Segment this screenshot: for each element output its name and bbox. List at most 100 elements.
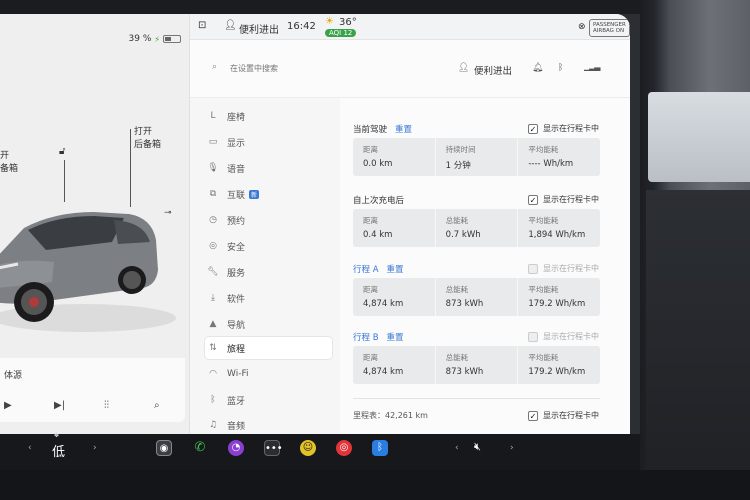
battery-percent: 39 %: [128, 34, 152, 44]
nav-item-software[interactable]: ⤓ 软件: [205, 287, 332, 309]
more-apps-icon[interactable]: •••: [264, 440, 283, 456]
show-on-card-checkbox-odometer[interactable]: ✓ 显示在行程卡中: [528, 410, 599, 421]
nav-item-display[interactable]: ▭ 显示: [205, 131, 332, 153]
open-trunk-line1: 打开: [134, 127, 153, 137]
play-icon[interactable]: ▶: [4, 400, 12, 411]
equalizer-icon[interactable]: ⫶⫶: [104, 400, 109, 411]
nav-item-wifi[interactable]: ◠ Wi-Fi: [205, 363, 332, 385]
bell-icon[interactable]: 🔔︎: [532, 63, 543, 73]
stat-label: 平均能耗: [528, 285, 559, 294]
current-drive-stats: 距离 0.0 km 持续时间 1 分钟 平均能耗 ---- Wh/km: [353, 138, 600, 176]
charging-plug-icon: ⚡: [154, 34, 160, 44]
section-title-text: 当前驾驶: [353, 125, 388, 135]
battery-indicator: 39 % ⚡: [128, 34, 181, 44]
checkbox-checked[interactable]: ✓: [528, 123, 538, 134]
stat-label: 距离: [363, 353, 378, 362]
checkbox-label: 显示在行程卡中: [543, 332, 599, 341]
display-icon: ▭: [208, 137, 218, 147]
connectivity-icon: ⧉: [209, 189, 217, 199]
nav-item-seats[interactable]: ᒪ 座椅: [205, 105, 332, 127]
stat-cell: 总能耗 873 kWh: [434, 346, 518, 384]
open-trunk-line2: 后备箱: [134, 140, 162, 150]
header-profile-icon[interactable]: 👤︎: [458, 63, 469, 73]
stat-value: 4,874 km: [363, 367, 404, 377]
odometer: 里程表：42,261 km: [353, 411, 428, 420]
section-title-text: 自上次充电后: [353, 196, 405, 206]
volume-right-chevron-icon[interactable]: ›: [510, 443, 514, 453]
nav-label: 服务: [227, 268, 246, 279]
nav-item-bluetooth[interactable]: ᛒ 蓝牙: [205, 389, 332, 411]
stat-label: 距离: [363, 285, 378, 294]
checkbox-checked[interactable]: ✓: [528, 410, 538, 421]
stat-cell: 距离 0.4 km: [353, 209, 435, 247]
reset-trip-b-button[interactable]: 重置: [387, 333, 404, 343]
fan-left-chevron-icon[interactable]: ‹: [28, 443, 32, 453]
reset-trip-a-button[interactable]: 重置: [387, 265, 404, 275]
taskbar: ‹ ✽ 低 › ◉ ✆ ◔ ••• ☺ ◎ ᛒ ‹ 🔇︎ ›: [0, 432, 640, 470]
checkbox-label: 显示在行程卡中: [543, 124, 599, 133]
volume-mute-icon[interactable]: 🔇︎: [474, 440, 481, 454]
search-icon[interactable]: ⌕: [212, 62, 217, 72]
seat-icon: ᒪ: [210, 111, 216, 121]
stat-label: 总能耗: [445, 285, 469, 294]
nav-item-schedule[interactable]: ◷ 预约: [205, 209, 332, 231]
nav-item-safety[interactable]: ◎ 安全: [205, 235, 332, 257]
show-on-card-checkbox-trip-b[interactable]: 显示在行程卡中: [528, 331, 599, 342]
volume-left-chevron-icon[interactable]: ‹: [455, 443, 459, 453]
camera-app-icon[interactable]: ◉: [156, 440, 172, 456]
media-source-label[interactable]: 体源: [4, 368, 22, 381]
stat-label: 平均能耗: [528, 353, 559, 362]
checkbox-unchecked[interactable]: [528, 263, 538, 274]
checkbox-label: 显示在行程卡中: [543, 264, 599, 273]
stat-label: 距离: [363, 145, 378, 154]
nav-item-service[interactable]: 🔧︎ 服务: [205, 261, 332, 283]
trip-a-title: 行程 A 重置: [353, 263, 404, 275]
outside-temperature: 36°: [339, 17, 357, 28]
stat-value: 0.0 km: [363, 159, 393, 169]
passenger-airbag-indicator: PASSENGER AIRBAG ON: [589, 19, 630, 37]
media-app-icon[interactable]: ◔: [228, 440, 244, 456]
media-search-icon[interactable]: ⌕: [154, 400, 160, 411]
nav-label: 软件: [227, 294, 246, 305]
stat-value: 4,874 km: [363, 299, 404, 309]
nav-item-connectivity[interactable]: ⧉ 互联新: [205, 183, 332, 205]
unlock-icon[interactable]: 🔓︎: [59, 146, 65, 157]
settings-search-input[interactable]: [230, 60, 410, 76]
sun-icon: ☀: [325, 16, 334, 27]
show-on-card-checkbox-current[interactable]: ✓ 显示在行程卡中: [528, 123, 599, 134]
checkbox-checked[interactable]: ✓: [528, 194, 538, 205]
profile-icon[interactable]: 👤︎: [224, 20, 237, 31]
show-on-card-checkbox-trip-a[interactable]: 显示在行程卡中: [528, 263, 599, 274]
nav-item-navigation[interactable]: ▲ 导航: [205, 313, 332, 335]
nav-item-trips[interactable]: ⇅ 旅程: [205, 337, 332, 359]
nav-item-voice[interactable]: 🎙︎ 语音: [205, 157, 332, 179]
nav-label: 预约: [227, 216, 246, 227]
fan-right-chevron-icon[interactable]: ›: [93, 443, 97, 453]
nav-item-audio[interactable]: ♫ 音频: [205, 414, 332, 434]
open-trunk-label[interactable]: 打开 后备箱: [134, 126, 161, 152]
music-app-icon[interactable]: ◎: [336, 440, 352, 456]
checkbox-unchecked[interactable]: [528, 331, 538, 342]
nav-label: 蓝牙: [227, 396, 246, 407]
status-profile-name[interactable]: 便利进出: [239, 21, 279, 36]
header-profile-name[interactable]: 便利进出: [474, 63, 512, 77]
car-panel: 39 % ⚡ 开 备箱 🔓︎ 打开 后备箱 ⊸ 体源 ▶ ▶| ⫶⫶ ⌕: [0, 14, 190, 434]
dashboard-lower: [646, 190, 750, 500]
stat-cell: 平均能耗 1,894 Wh/km: [517, 209, 600, 247]
game-app-icon[interactable]: ☺: [300, 440, 316, 456]
phone-app-icon[interactable]: ✆: [192, 440, 208, 456]
reset-current-drive-button[interactable]: 重置: [395, 125, 412, 135]
show-on-card-checkbox-charge[interactable]: ✓ 显示在行程卡中: [528, 194, 599, 205]
lock-status-icon[interactable]: ⊡: [198, 20, 206, 31]
stat-cell: 平均能耗 ---- Wh/km: [517, 138, 600, 176]
checkbox-label: 显示在行程卡中: [543, 411, 599, 420]
fan-level[interactable]: 低: [52, 441, 65, 460]
open-frunk-label[interactable]: 开 备箱: [0, 150, 18, 176]
nav-label: 音频: [227, 421, 246, 432]
settings-nav: ᒪ 座椅 ▭ 显示 🎙︎ 语音 ⧉ 互联新 ◷ 预约 ◎ 安全 🔧︎ 服务 ⤓ 软件 ▲ 导航 ⇅…: [190, 98, 340, 434]
trip-b-stats: 距离 4,874 km 总能耗 873 kWh 平均能耗 179.2 Wh/km: [353, 346, 600, 384]
stat-value: 873 kWh: [445, 367, 484, 377]
media-player: 体源 ▶ ▶| ⫶⫶ ⌕: [0, 358, 185, 422]
next-track-icon[interactable]: ▶|: [54, 400, 65, 411]
bluetooth-app-icon[interactable]: ᛒ: [372, 440, 388, 456]
